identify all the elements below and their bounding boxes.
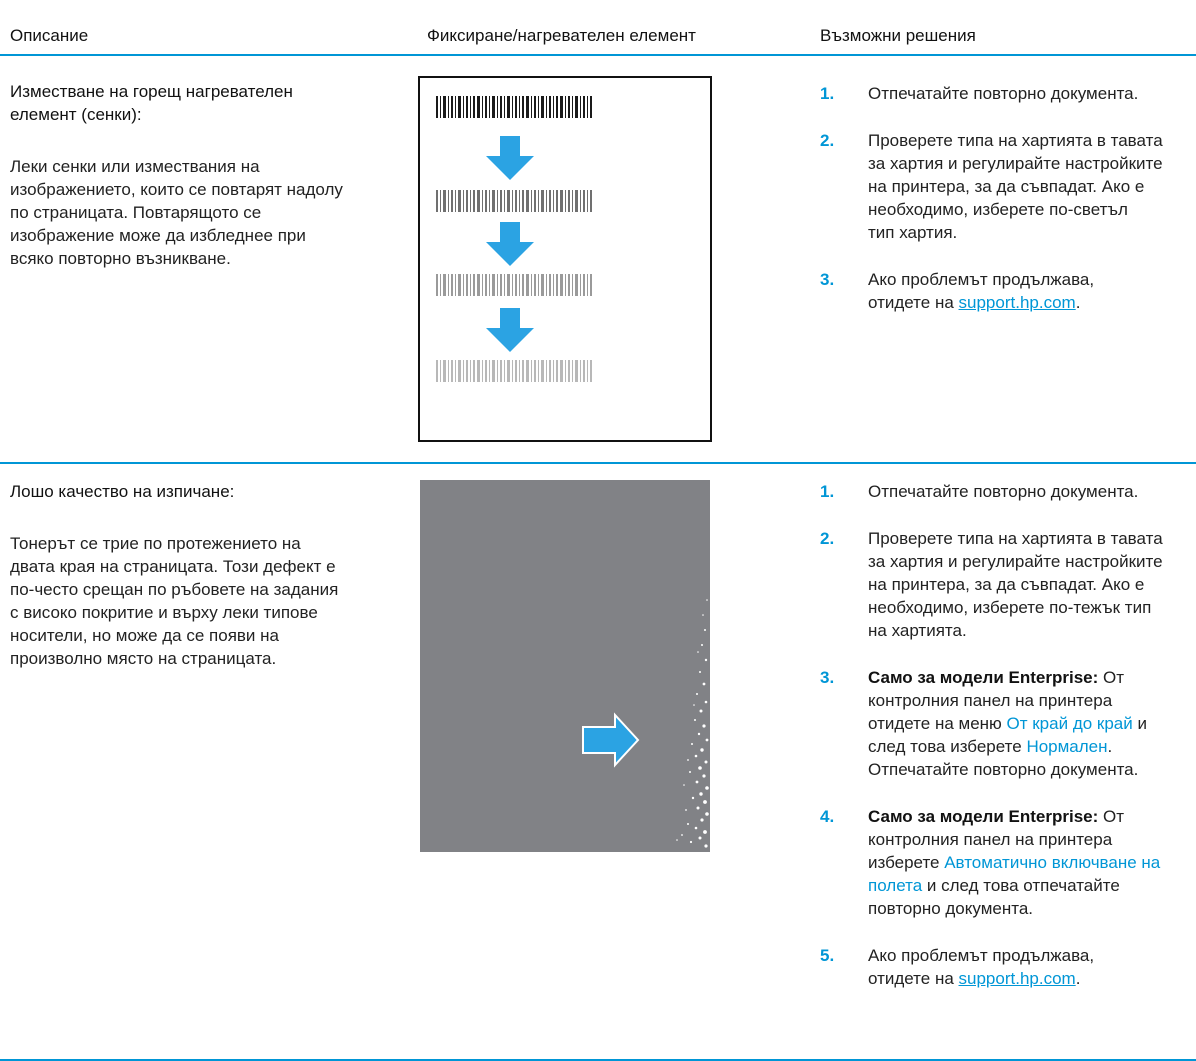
table-header: Описание Фиксиране/нагревателен елемент … bbox=[0, 0, 1196, 56]
row2-title: Лошо качество на изпичане: bbox=[10, 482, 235, 501]
menu-edge-to-edge: От край до край bbox=[1006, 714, 1133, 733]
support-link[interactable]: support.hp.com bbox=[959, 969, 1076, 988]
row2-description: Тонерът се трие по протежението на двата… bbox=[10, 534, 339, 668]
row-divider bbox=[0, 462, 1196, 464]
poor-fusing-figure bbox=[420, 480, 710, 852]
list-item: 1. Отпечатайте повторно документа. bbox=[820, 84, 1139, 103]
gray-page bbox=[420, 480, 710, 852]
header-divider bbox=[0, 54, 1196, 56]
list-item: 1. Отпечатайте повторно документа. bbox=[820, 482, 1139, 501]
row2-solutions: 1. Отпечатайте повторно документа. 2. Пр… bbox=[820, 480, 1196, 990]
col-header-solutions: Възможни решения bbox=[820, 26, 976, 45]
list-item: 2. Проверете типа на хартията в тавата з… bbox=[820, 529, 1163, 640]
list-item: 2. Проверете типа на хартията в тавата з… bbox=[820, 131, 1163, 242]
list-item: 4. Само за модели Enterprise: От контрол… bbox=[820, 807, 1161, 918]
option-auto-include-margins-cont: полета bbox=[868, 876, 923, 895]
option-auto-include-margins: Автоматично включване на bbox=[944, 853, 1161, 872]
list-item: 5. Ако проблемът продължава, отидете на … bbox=[820, 946, 1095, 988]
col-header-description: Описание bbox=[10, 26, 89, 45]
col-header-figure: Фиксиране/нагревателен елемент bbox=[427, 26, 696, 45]
row1-title: Изместване на горещ нагревателен елемент… bbox=[10, 82, 293, 124]
option-normal: Нормален bbox=[1026, 737, 1108, 756]
list-item: 3. Само за модели Enterprise: От контрол… bbox=[820, 668, 1147, 779]
list-item: 3. Ако проблемът продължава, отидете на … bbox=[820, 270, 1095, 312]
page-outline bbox=[418, 76, 712, 442]
support-link[interactable]: support.hp.com bbox=[959, 293, 1076, 312]
row1-solutions: 1. Отпечатайте повторно документа. 2. Пр… bbox=[820, 82, 1196, 314]
row1-description: Леки сенки или измествания на изображени… bbox=[10, 157, 343, 268]
hot-offset-figure bbox=[418, 76, 712, 442]
